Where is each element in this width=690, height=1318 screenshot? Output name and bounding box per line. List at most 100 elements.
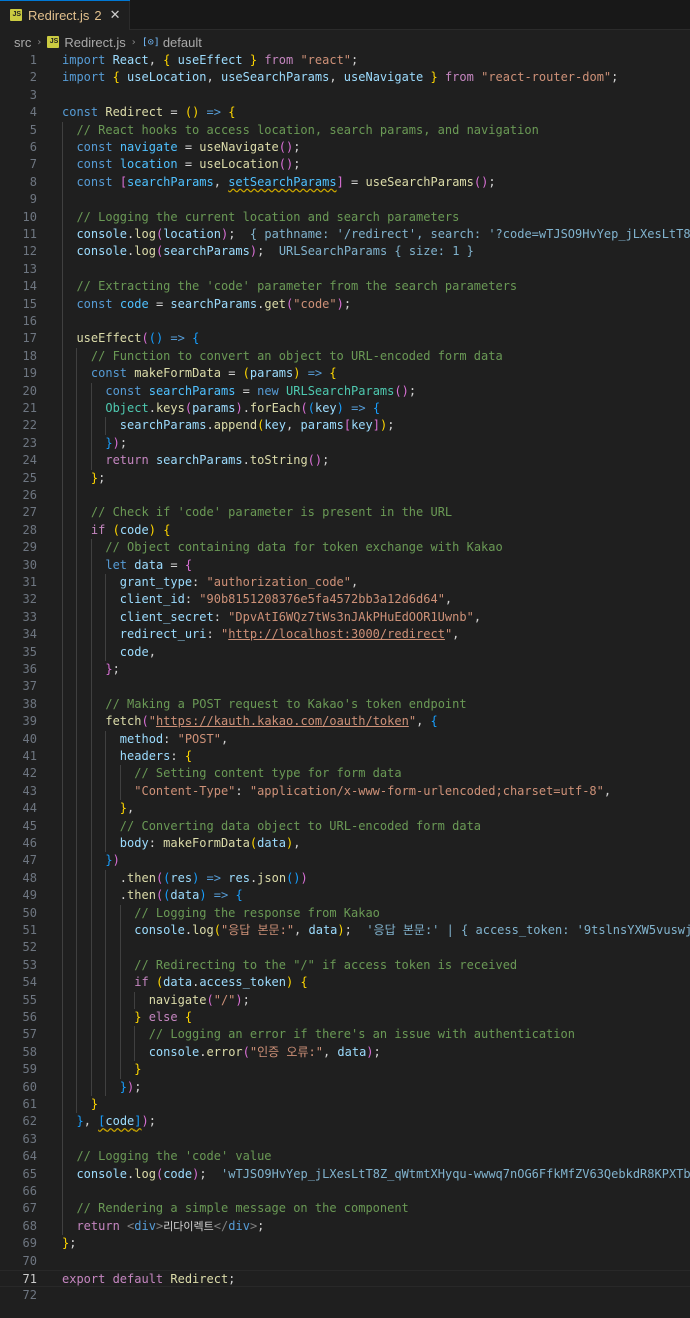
code-line[interactable]: 68 return <div>리다이렉트</div>; (0, 1217, 690, 1236)
code-token: URLSearchParams (286, 383, 395, 398)
line-number: 31 (22, 575, 37, 589)
code-line[interactable]: 28 if (code) { (0, 521, 690, 540)
code-line[interactable]: 43 "Content-Type": "application/x-www-fo… (0, 782, 690, 801)
code-line[interactable]: 9 (0, 191, 690, 209)
editor-tab[interactable]: JS Redirect.js 2 ✕ (0, 0, 130, 30)
code-line[interactable]: 13 (0, 260, 690, 279)
code-line[interactable]: 37 (0, 678, 690, 696)
code-line[interactable]: 65 console.log(code); 'wTJSO9HvYep_jLXes… (0, 1165, 690, 1183)
code-line[interactable]: 39 fetch("https://kauth.kakao.com/oauth/… (0, 713, 690, 731)
code-line[interactable]: 67 // Rendering a simple message on the … (0, 1200, 690, 1218)
code-line[interactable]: 16 (0, 313, 690, 331)
code-line[interactable]: 23 }); (0, 434, 690, 453)
code-line[interactable]: 40 method: "POST", (0, 730, 690, 748)
code-line[interactable]: 34 redirect_uri: "http://localhost:3000/… (0, 626, 690, 644)
code-line[interactable]: 3 (0, 87, 690, 104)
code-line[interactable]: 4 const Redirect = () => { (0, 104, 690, 121)
code-line[interactable]: 41 headers: { (0, 748, 690, 766)
code-line[interactable]: 29 // Object containing data for token e… (0, 539, 690, 557)
code-line[interactable]: 59 } (0, 1061, 690, 1079)
code-token: ) (336, 296, 344, 311)
code-line[interactable]: 47 }) (0, 852, 690, 870)
javascript-file-icon: JS (10, 9, 22, 21)
code-line[interactable]: 57 // Logging an error if there's an iss… (0, 1026, 690, 1044)
code-token: ( (112, 522, 120, 537)
code-line[interactable]: 18 // Function to convert an object to U… (0, 347, 690, 366)
code-line[interactable]: 54 if (data.access_token) { (0, 974, 690, 992)
breadcrumb-folder[interactable]: src (14, 35, 31, 50)
code-line[interactable]: 53 // Redirecting to the "/" if access t… (0, 956, 690, 975)
code-line[interactable]: 19 const makeFormData = (params) => { (0, 365, 690, 383)
code-line[interactable]: 62 }, [code]); (0, 1113, 690, 1131)
code-line[interactable]: 15 const code = searchParams.get("code")… (0, 295, 690, 313)
code-editor[interactable]: 1 import React, { useEffect } from "react… (0, 52, 690, 1318)
code-line[interactable]: 24 return searchParams.toString(); (0, 452, 690, 470)
code-line[interactable]: 50 // Logging the response from Kakao (0, 904, 690, 922)
code-line[interactable]: 49 .then((data) => { (0, 887, 690, 905)
code-line[interactable]: 17 useEffect(() => { (0, 330, 690, 348)
code-line[interactable]: 8 const [searchParams, setSearchParams] … (0, 173, 690, 192)
code-line[interactable]: 52 (0, 939, 690, 957)
code-token: ] (134, 1114, 142, 1129)
code-token: } (134, 1062, 142, 1077)
code-line[interactable]: 2 import { useLocation, useSearchParams, … (0, 69, 690, 86)
code-line[interactable]: 58 console.error("인증 오류:", data); (0, 1043, 690, 1062)
code-line[interactable]: 1 import React, { useEffect } from "react… (0, 52, 690, 69)
code-line[interactable]: 69}; (0, 1235, 690, 1252)
code-line[interactable]: 42 // Setting content type for form data (0, 765, 690, 783)
code-line[interactable]: 70 (0, 1253, 690, 1270)
code-line[interactable]: 60 }); (0, 1078, 690, 1096)
code-line[interactable]: 6 const navigate = useNavigate(); (0, 139, 690, 157)
code-line[interactable]: 21 Object.keys(params).forEach((key) => … (0, 400, 690, 418)
code-token: const (90, 366, 135, 381)
code-text: } (62, 1061, 141, 1078)
code-line[interactable]: 10 // Logging the current location and s… (0, 208, 690, 226)
code-line[interactable]: 44 }, (0, 800, 690, 818)
line-number: 13 (22, 261, 37, 276)
code-line[interactable]: 25 }; (0, 469, 690, 487)
code-line[interactable]: 31 grant_type: "authorization_code", (0, 574, 690, 592)
code-line[interactable]: 20 const searchParams = new URLSearchPar… (0, 382, 690, 400)
code-line[interactable]: 27 // Check if 'code' parameter is prese… (0, 504, 690, 522)
code-token: // Object containing data for token exch… (105, 540, 503, 555)
breadcrumb-symbol[interactable]: default (163, 35, 202, 50)
code-line[interactable]: 64 // Logging the 'code' value (0, 1148, 690, 1166)
breadcrumb-file[interactable]: Redirect.js (64, 35, 125, 50)
code-line[interactable]: 7 const location = useLocation(); (0, 156, 690, 174)
code-line[interactable]: 46 body: makeFormData(data), (0, 835, 690, 853)
code-line[interactable]: 72 (0, 1287, 690, 1304)
code-line[interactable]: 12 console.log(searchParams); URLSearchP… (0, 243, 690, 261)
code-token: ) (300, 870, 308, 885)
code-line[interactable]: 55 navigate("/"); (0, 991, 690, 1009)
code-line[interactable]: 56 } else { (0, 1009, 690, 1027)
code-line[interactable]: 14 // Extracting the 'code' parameter fr… (0, 278, 690, 296)
code-line[interactable]: 36 }; (0, 661, 690, 679)
code-line[interactable]: 35 code, (0, 643, 690, 661)
code-token: ( (184, 401, 193, 415)
code-text: // Setting content type for form data (62, 765, 401, 782)
code-token: // Check if 'code' parameter is present … (90, 505, 453, 520)
code-line[interactable]: 26 (0, 487, 690, 505)
code-line[interactable]: 63 (0, 1130, 690, 1149)
code-line[interactable]: 32 client_id: "90b8151208376e5fa4572bb3a… (0, 591, 690, 609)
code-line[interactable]: 61 } (0, 1096, 690, 1114)
code-token: : (170, 749, 185, 763)
code-line[interactable]: 22 searchParams.append(key, params[key])… (0, 417, 690, 435)
code-line[interactable]: 30 let data = { (0, 556, 690, 574)
line-number: 70 (22, 1253, 37, 1268)
code-line[interactable]: 33 client_secret: "DpvAtI6WQz7tWs3nJAkPH… (0, 608, 690, 627)
code-line[interactable]: 5 // React hooks to access location, sea… (0, 121, 690, 139)
code-line[interactable]: 51 console.log("응답 본문:", data); '응답 본문:'… (0, 922, 690, 940)
code-line[interactable]: 38 // Making a POST request to Kakao's t… (0, 695, 690, 714)
code-line[interactable]: 71 export default Redirect; (0, 1270, 690, 1288)
code-line[interactable]: 48 .then((res) => res.json()) (0, 869, 690, 888)
code-line[interactable]: 66 (0, 1183, 690, 1201)
line-number: 33 (22, 609, 37, 624)
close-icon[interactable]: ✕ (110, 8, 121, 23)
code-line[interactable]: 45 // Converting data object to URL-enco… (0, 817, 690, 835)
code-line[interactable]: 11 console.log(location); { pathname: '/… (0, 226, 690, 244)
